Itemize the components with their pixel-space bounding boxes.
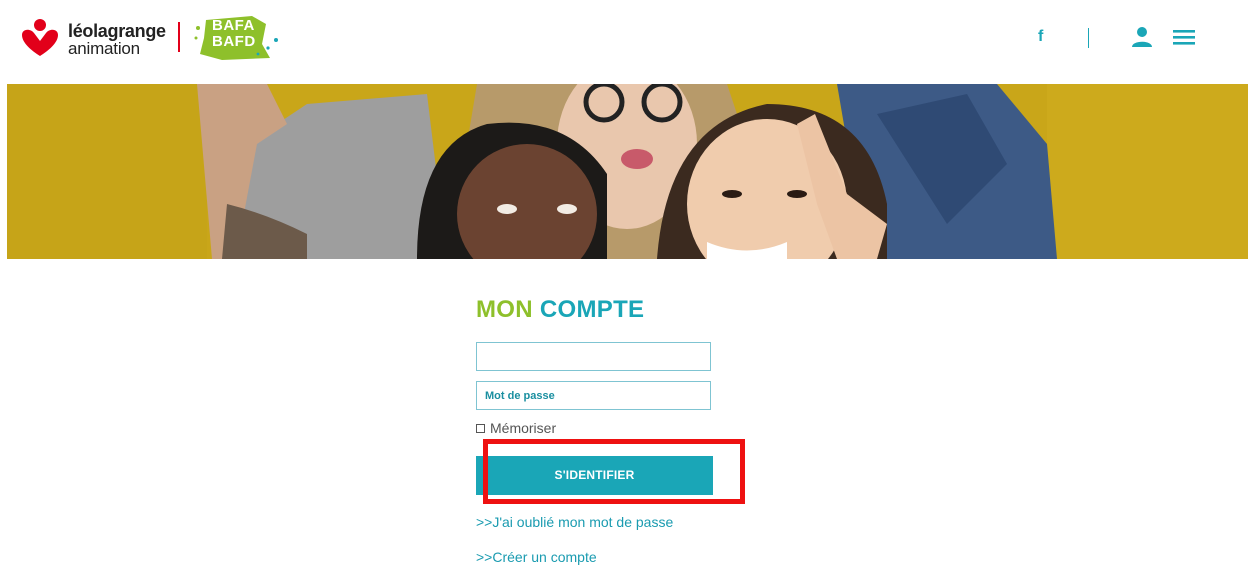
hero-banner-image xyxy=(7,84,1248,259)
remember-me[interactable]: Mémoriser xyxy=(476,420,556,436)
user-icon[interactable] xyxy=(1130,26,1154,48)
header-divider xyxy=(1088,28,1089,48)
bafa-label: BAFA xyxy=(212,17,255,34)
hamburger-menu-icon[interactable] xyxy=(1172,27,1196,47)
bafa-badge-text: BAFA BAFD xyxy=(212,18,256,50)
logo-heart-icon[interactable] xyxy=(20,17,60,57)
brand-name: léolagrange xyxy=(68,21,166,41)
brand-logo[interactable]: léolagrange animation xyxy=(68,22,166,57)
facebook-icon[interactable]: f xyxy=(1038,28,1043,46)
title-part-mon: MON xyxy=(476,296,533,323)
bafd-label: BAFD xyxy=(212,33,256,50)
brand-subtitle: animation xyxy=(68,39,140,58)
forgot-password-link[interactable]: >>J'ai oublié mon mot de passe xyxy=(476,514,673,530)
remember-checkbox[interactable] xyxy=(476,423,485,433)
page-title: MON COMPTE xyxy=(476,296,644,324)
remember-label: Mémoriser xyxy=(490,420,557,436)
login-submit-button[interactable]: S'IDENTIFIER xyxy=(476,456,713,495)
password-input[interactable] xyxy=(477,382,710,409)
username-field-wrapper xyxy=(476,342,711,371)
brand-divider xyxy=(178,22,180,52)
username-input[interactable] xyxy=(477,343,710,370)
title-part-compte: COMPTE xyxy=(539,296,645,323)
site-header: léolagrange animation BAFA BAFD f xyxy=(0,0,1248,84)
password-field-wrapper xyxy=(476,381,711,410)
